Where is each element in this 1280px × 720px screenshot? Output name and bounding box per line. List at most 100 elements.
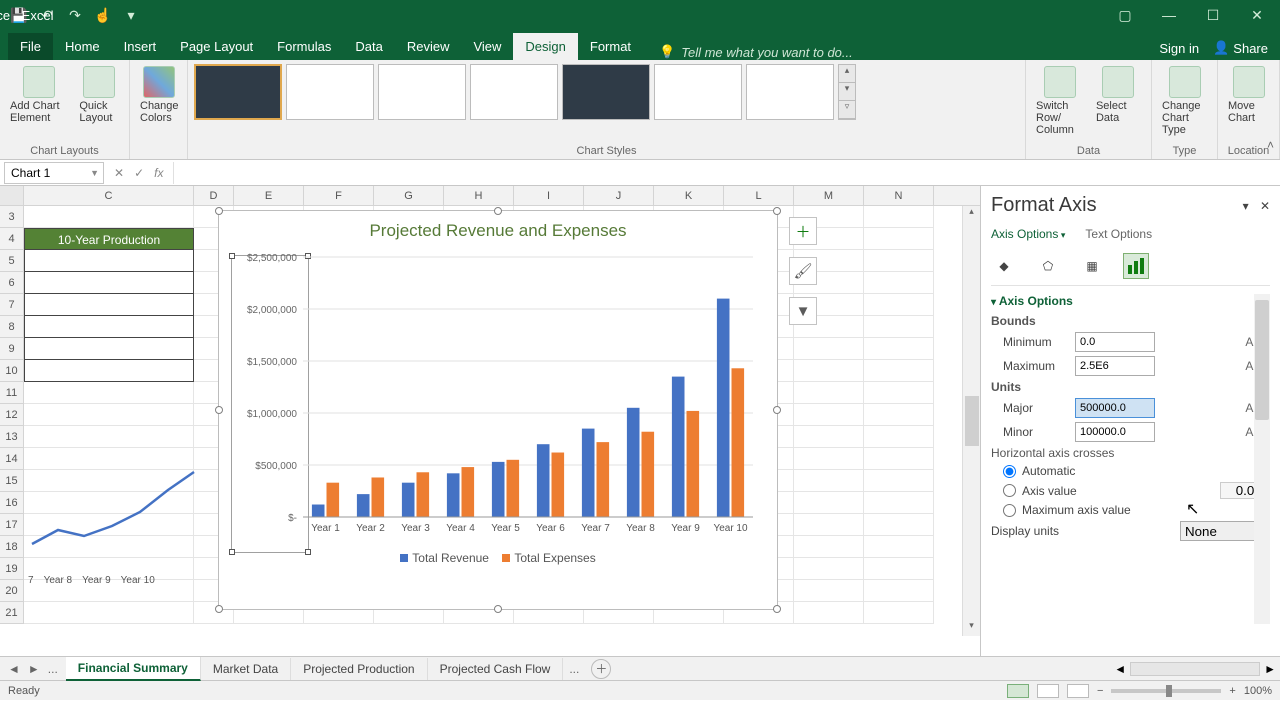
collapse-ribbon-icon[interactable]: ˄	[1267, 138, 1274, 152]
tab-design[interactable]: Design	[513, 33, 577, 60]
tab-axis-options[interactable]: Axis Options	[991, 227, 1065, 241]
tab-view[interactable]: View	[461, 33, 513, 60]
row-header-13[interactable]: 13	[0, 426, 24, 448]
signin-link[interactable]: Sign in	[1159, 41, 1199, 56]
switch-row-column-button[interactable]: Switch Row/ Column	[1032, 64, 1088, 138]
row-header-8[interactable]: 8	[0, 316, 24, 338]
chart-style-2[interactable]	[286, 64, 374, 120]
chart-style-1[interactable]	[194, 64, 282, 120]
col-header-E[interactable]: E	[234, 186, 304, 205]
tab-page-layout[interactable]: Page Layout	[168, 33, 265, 60]
chart-styles-gallery[interactable]: ▴▾▿	[194, 64, 856, 120]
embedded-chart[interactable]: ＋ 🖌 ▼ Projected Revenue and Expenses $-$…	[218, 210, 778, 610]
add-chart-element-button[interactable]: Add Chart Element	[6, 64, 71, 126]
zoom-in-button[interactable]: +	[1229, 685, 1235, 697]
formula-bar-input[interactable]	[173, 162, 1280, 184]
chart-style-7[interactable]	[746, 64, 834, 120]
task-pane-close-icon[interactable]: ✕	[1260, 199, 1270, 213]
row-header-16[interactable]: 16	[0, 492, 24, 514]
sheet-tab-projected-cash-flow[interactable]: Projected Cash Flow	[428, 658, 564, 680]
radio-automatic[interactable]	[1003, 465, 1016, 478]
row-header-6[interactable]: 6	[0, 272, 24, 294]
quick-layout-button[interactable]: Quick Layout	[75, 64, 123, 126]
tab-format[interactable]: Format	[578, 33, 643, 60]
row-header-18[interactable]: 18	[0, 536, 24, 558]
sheet-nav-prev-icon[interactable]: ◄	[8, 662, 20, 676]
minimum-input[interactable]	[1075, 332, 1155, 352]
select-all-cell[interactable]	[0, 186, 24, 205]
col-header-M[interactable]: M	[794, 186, 864, 205]
fill-line-icon[interactable]: ◆	[991, 253, 1017, 279]
task-pane-scrollbar[interactable]	[1254, 294, 1270, 624]
new-sheet-button[interactable]: ＋	[591, 659, 611, 679]
enter-formula-icon[interactable]: ✓	[134, 166, 144, 180]
chart-style-3[interactable]	[378, 64, 466, 120]
zoom-level[interactable]: 100%	[1244, 685, 1272, 697]
col-header-F[interactable]: F	[304, 186, 374, 205]
tab-home[interactable]: Home	[53, 33, 112, 60]
col-header-I[interactable]: I	[514, 186, 584, 205]
tab-file[interactable]: File	[8, 33, 53, 60]
chart-filters-button[interactable]: ▼	[789, 297, 817, 325]
styles-scroll[interactable]: ▴▾▿	[838, 64, 856, 120]
sheet-nav-more[interactable]: ...	[48, 662, 58, 676]
name-box-dropdown-icon[interactable]: ▼	[90, 168, 99, 178]
name-box[interactable]: Chart 1 ▼	[4, 162, 104, 184]
axis-options-icon[interactable]	[1123, 253, 1149, 279]
row-header-19[interactable]: 19	[0, 558, 24, 580]
chart-styles-button[interactable]: 🖌	[789, 257, 817, 285]
maximize-button[interactable]: ☐	[1200, 2, 1226, 28]
tab-data[interactable]: Data	[343, 33, 394, 60]
horizontal-scrollbar[interactable]: ◄►	[1114, 662, 1280, 676]
col-header-L[interactable]: L	[724, 186, 794, 205]
sheet-tab-projected-production[interactable]: Projected Production	[291, 658, 427, 680]
row-header-15[interactable]: 15	[0, 470, 24, 492]
share-button[interactable]: 👤 Share	[1213, 40, 1268, 56]
row-header-3[interactable]: 3	[0, 206, 24, 228]
tell-me-search[interactable]: 💡 Tell me what you want to do...	[659, 44, 853, 60]
zoom-slider[interactable]	[1111, 689, 1221, 693]
col-header-H[interactable]: H	[444, 186, 514, 205]
worksheet-grid[interactable]: CDEFGHIJKLMN 3410-Year Production5678910…	[0, 186, 980, 656]
tab-insert[interactable]: Insert	[112, 33, 169, 60]
view-page-break-button[interactable]	[1067, 684, 1089, 698]
row-header-5[interactable]: 5	[0, 250, 24, 272]
zoom-out-button[interactable]: −	[1097, 685, 1103, 697]
minimize-button[interactable]: —	[1156, 2, 1182, 28]
radio-axis-value[interactable]	[1003, 484, 1016, 497]
fx-icon[interactable]: fx	[154, 166, 163, 180]
vertical-scrollbar[interactable]: ▴▾	[962, 206, 980, 636]
col-header-N[interactable]: N	[864, 186, 934, 205]
select-data-button[interactable]: Select Data	[1092, 64, 1145, 126]
minor-unit-input[interactable]	[1075, 422, 1155, 442]
row-header-7[interactable]: 7	[0, 294, 24, 316]
tab-review[interactable]: Review	[395, 33, 462, 60]
change-colors-button[interactable]: Change Colors	[136, 64, 183, 126]
major-unit-input[interactable]	[1075, 398, 1155, 418]
chart-style-4[interactable]	[470, 64, 558, 120]
sheet-tab-financial-summary[interactable]: Financial Summary	[66, 657, 201, 681]
col-header-K[interactable]: K	[654, 186, 724, 205]
size-properties-icon[interactable]: ▦	[1079, 253, 1105, 279]
row-header-21[interactable]: 21	[0, 602, 24, 624]
chart-elements-button[interactable]: ＋	[789, 217, 817, 245]
row-header-11[interactable]: 11	[0, 382, 24, 404]
col-header-G[interactable]: G	[374, 186, 444, 205]
sheet-nav-next-icon[interactable]: ►	[28, 662, 40, 676]
radio-max-axis-value[interactable]	[1003, 504, 1016, 517]
maximum-input[interactable]	[1075, 356, 1155, 376]
chart-style-6[interactable]	[654, 64, 742, 120]
view-page-layout-button[interactable]	[1037, 684, 1059, 698]
row-header-17[interactable]: 17	[0, 514, 24, 536]
view-normal-button[interactable]	[1007, 684, 1029, 698]
col-header-D[interactable]: D	[194, 186, 234, 205]
close-button[interactable]: ✕	[1244, 2, 1270, 28]
col-header-C[interactable]: C	[24, 186, 194, 205]
section-axis-options[interactable]: Axis Options	[991, 294, 1270, 308]
change-chart-type-button[interactable]: Change Chart Type	[1158, 64, 1211, 138]
task-pane-options-icon[interactable]: ▾	[1243, 199, 1249, 213]
row-header-20[interactable]: 20	[0, 580, 24, 602]
row-header-14[interactable]: 14	[0, 448, 24, 470]
row-header-10[interactable]: 10	[0, 360, 24, 382]
row-header-9[interactable]: 9	[0, 338, 24, 360]
